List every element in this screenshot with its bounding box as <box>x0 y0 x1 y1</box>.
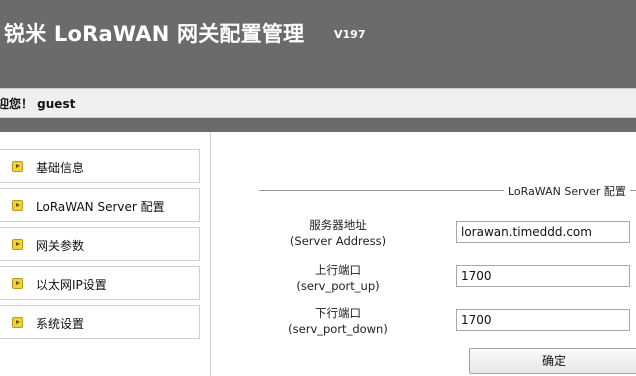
server-address-label-cn: 服务器地址 <box>309 218 367 232</box>
arrow-right-icon <box>12 200 23 211</box>
arrow-right-icon <box>12 278 23 289</box>
app-header: 锐米 LoRaWAN 网关配置管理 V197 <box>0 0 636 88</box>
port-up-label-cn: 上行端口 <box>315 263 361 277</box>
sidebar-item-lorawan-server[interactable]: LoRaWAN Server 配置 <box>0 188 200 222</box>
arrow-right-icon <box>12 317 23 328</box>
port-up-input[interactable] <box>456 265 630 287</box>
server-address-label-en: (Server Address) <box>289 234 387 248</box>
port-down-label: 下行端口 (serv_port_down) <box>268 305 408 337</box>
port-up-label-en: (serv_port_up) <box>296 279 380 293</box>
server-address-input[interactable] <box>456 221 630 243</box>
fieldset-legend: LoRaWAN Server 配置 <box>504 183 630 199</box>
sidebar-item-gateway-params[interactable]: 网关参数 <box>0 227 200 261</box>
main-content: LoRaWAN Server 配置 服务器地址 (Server Address)… <box>212 132 636 376</box>
sidebar-item-ethernet-ip[interactable]: 以太网IP设置 <box>0 266 200 300</box>
sidebar-item-label: 网关参数 <box>36 239 85 253</box>
sidebar-item-label: 基础信息 <box>36 161 85 175</box>
divider-strip <box>0 118 636 132</box>
app-title: 锐米 LoRaWAN 网关配置管理 <box>4 22 305 46</box>
welcome-text: 迎您！ guest <box>0 97 76 111</box>
server-address-label: 服务器地址 (Server Address) <box>268 217 408 249</box>
arrow-right-icon <box>12 239 23 250</box>
sidebar-item-system-settings[interactable]: 系统设置 <box>0 305 200 339</box>
port-down-input[interactable] <box>456 309 630 331</box>
sidebar-item-basic-info[interactable]: 基础信息 <box>0 149 200 183</box>
sidebar-item-label: 以太网IP设置 <box>36 278 107 292</box>
sidebar-item-label: 系统设置 <box>36 317 85 331</box>
sidebar-item-label: LoRaWAN Server 配置 <box>36 200 165 214</box>
port-down-label-en: (serv_port_down) <box>288 322 388 336</box>
port-down-label-cn: 下行端口 <box>315 306 361 320</box>
welcome-bar: 迎您！ guest <box>0 88 636 118</box>
app-version: V197 <box>334 28 366 41</box>
sidebar: 基础信息 LoRaWAN Server 配置 网关参数 以太网IP设置 系统设置 <box>0 132 211 376</box>
confirm-button[interactable]: 确定 <box>469 348 636 374</box>
port-up-label: 上行端口 (serv_port_up) <box>268 262 408 294</box>
arrow-right-icon <box>12 161 23 172</box>
